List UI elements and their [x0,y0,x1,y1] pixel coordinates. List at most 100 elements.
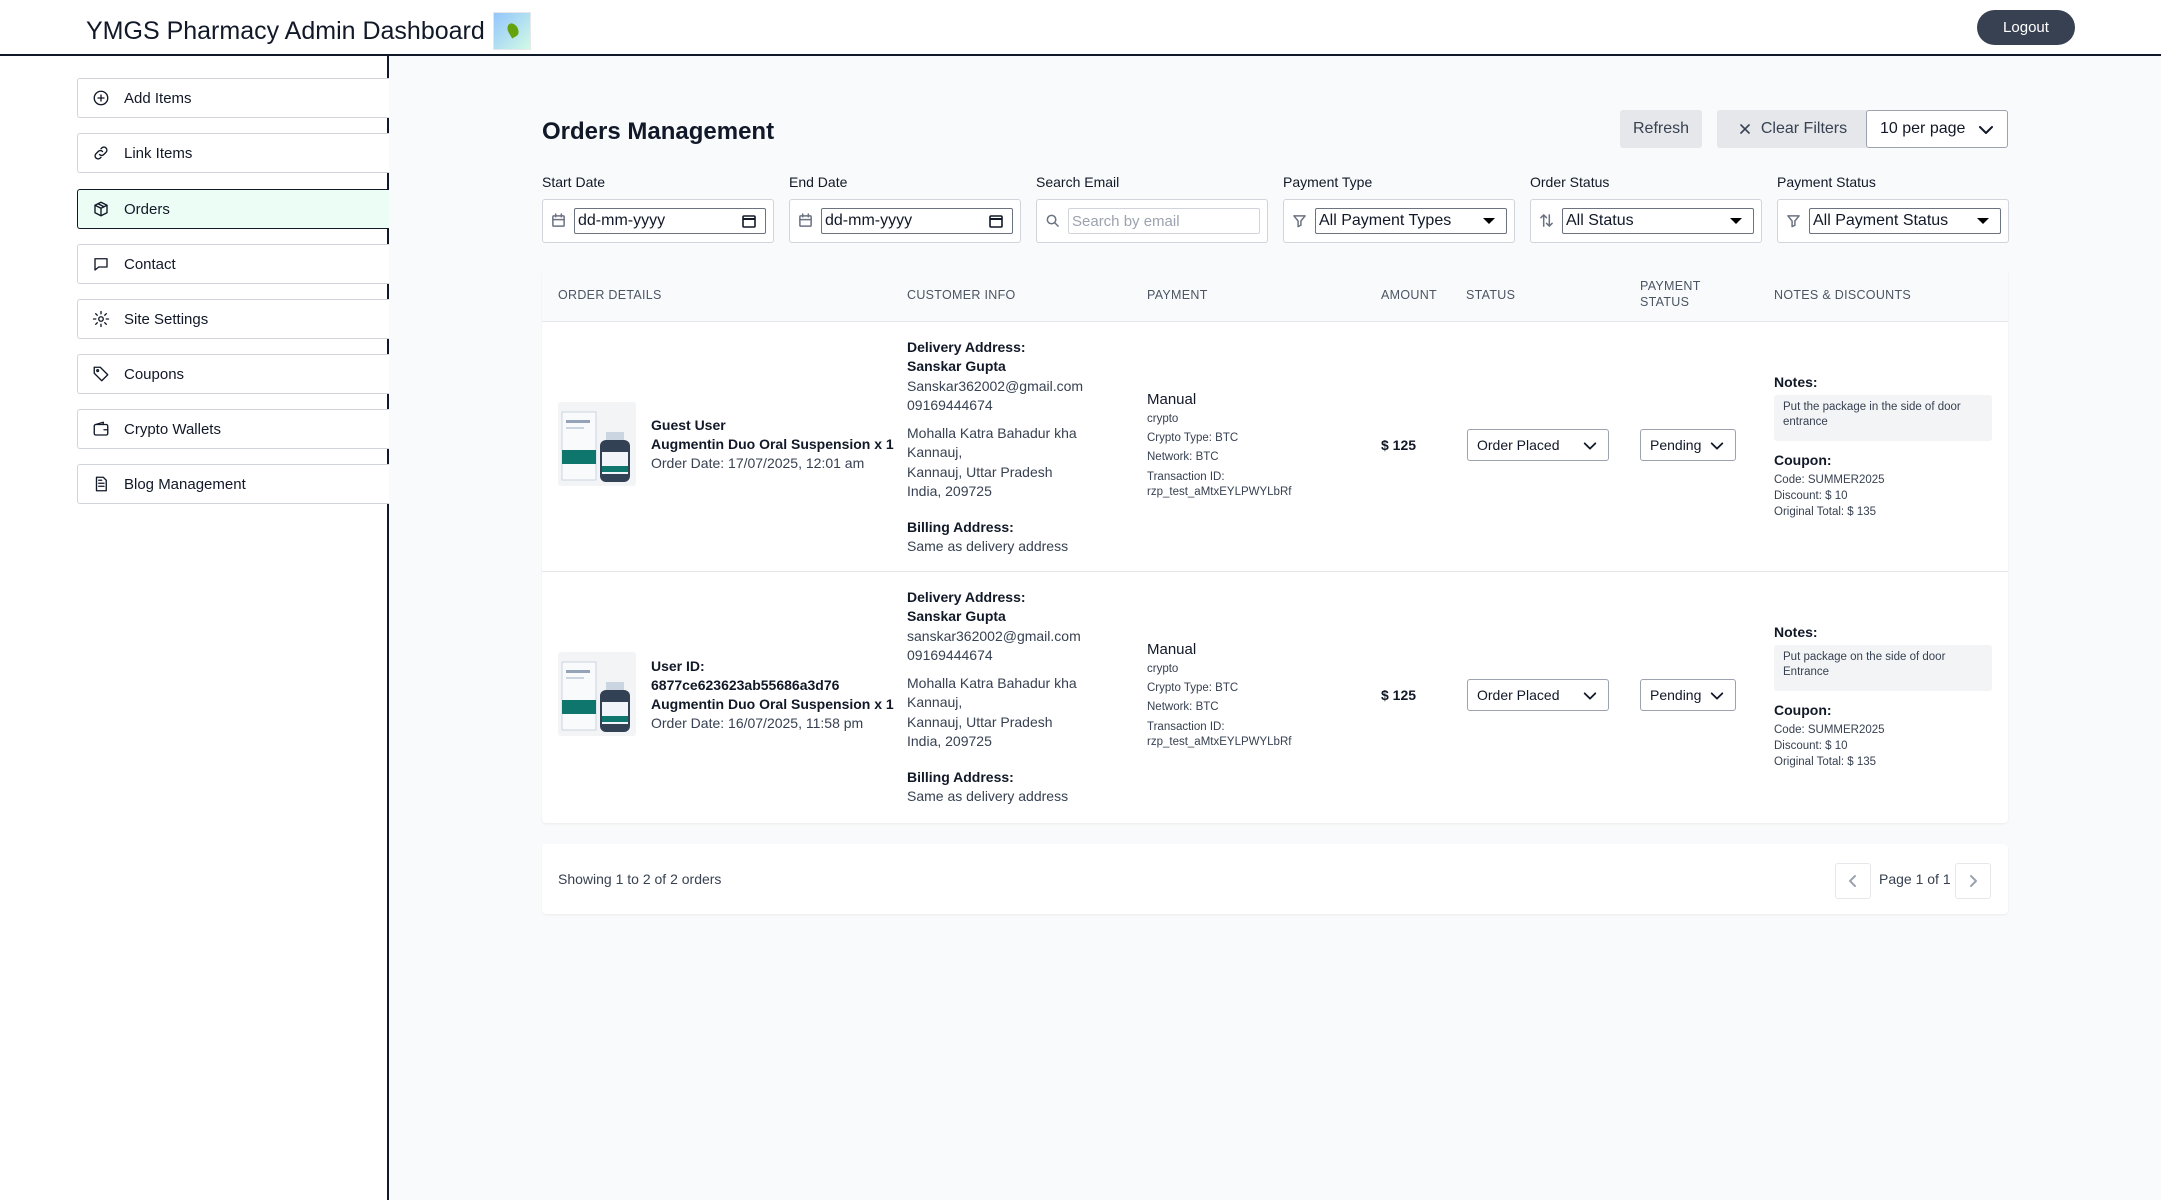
payment-kind: crypto [1147,413,1179,425]
address-line: Mohalla Katra Bahadur kha [907,425,1077,441]
brand: YMGS Pharmacy Admin Dashboard [86,12,531,50]
order-status-select[interactable]: Order Placed [1467,429,1609,461]
billing-label: Billing Address: [907,769,1014,785]
filter-icon [1786,213,1802,229]
message-icon [91,254,111,274]
payment-type-value: All Payment Types [1319,212,1452,229]
chevron-down-icon [1710,442,1724,450]
column-header: ORDER DETAILS [558,288,662,302]
order-status-value: Order Placed [1477,437,1560,453]
top-header: YMGS Pharmacy Admin Dashboard Logout [0,0,2161,56]
sort-icon [1539,213,1555,229]
sidebar-item-blog-management[interactable]: Blog Management [77,464,389,504]
date-picker-icon[interactable] [741,213,757,229]
start-date-field: dd-mm-yyyy [542,199,774,243]
sidebar: Add Items Link Items Orders Contact Site… [0,56,389,1200]
end-date-value: dd-mm-yyyy [825,212,913,229]
payment-kind: crypto [1147,663,1179,675]
billing-label: Billing Address: [907,519,1014,535]
end-date-field: dd-mm-yyyy [789,199,1021,243]
per-page-value: 10 per page [1880,120,1966,137]
order-note: Put package on the side of door Entrance [1774,645,1992,691]
table-row: User ID: 6877ce623623ab55686a3d76 Augmen… [542,572,2008,822]
sidebar-item-label: Contact [124,255,176,273]
clear-filters-label: Clear Filters [1760,120,1848,137]
chevron-down-icon [1979,126,1993,134]
payment-status-label: Payment Status [1777,174,1876,190]
end-date-label: End Date [789,174,848,190]
start-date-value: dd-mm-yyyy [578,212,666,229]
wallet-icon [91,419,111,439]
delivery-label: Delivery Address: [907,339,1026,355]
column-header: AMOUNT [1381,288,1437,302]
address-line: Kannauj, Uttar Pradesh [907,464,1053,480]
calendar-icon [798,213,814,229]
order-user-id: 6877ce623623ab55686a3d76 [651,677,840,693]
transaction-label: Transaction ID: [1147,471,1225,483]
chevron-down-icon [1730,218,1742,224]
payment-status-select[interactable]: All Payment Status [1809,208,2001,234]
sidebar-item-label: Blog Management [124,475,246,493]
address-line: Kannauj, [907,444,963,460]
logout-button[interactable]: Logout [1977,10,2075,45]
start-date-input[interactable]: dd-mm-yyyy [574,208,766,234]
sidebar-item-crypto-wallets[interactable]: Crypto Wallets [77,409,389,449]
app-title: YMGS Pharmacy Admin Dashboard [86,16,485,45]
per-page-select[interactable]: 10 per page [1866,110,2008,148]
next-page-button[interactable] [1955,863,1991,899]
calendar-icon [551,213,567,229]
gear-icon [91,309,111,329]
order-status-label: Order Status [1530,174,1610,190]
payment-status-value: Pending [1650,687,1702,703]
column-header: STATUS [1640,295,1690,309]
pharmacy-logo [492,12,531,50]
sidebar-item-link-items[interactable]: Link Items [77,133,389,173]
chevron-down-icon [1583,692,1597,700]
sidebar-item-add-items[interactable]: Add Items [77,78,389,118]
payment-method: Manual [1147,641,1197,658]
coupon-discount: Discount: $ 10 [1774,740,1848,752]
column-header: PAYMENT [1640,279,1701,293]
order-user: User ID: [651,658,705,674]
billing-address: Same as delivery address [907,788,1069,804]
clear-filters-button[interactable]: Clear Filters [1717,110,1869,148]
search-email-field: Search by email [1036,199,1268,243]
customer-name: Sanskar Gupta [907,608,1006,624]
customer-name: Sanskar Gupta [907,358,1006,374]
sidebar-item-orders[interactable]: Orders [77,189,389,229]
order-status-select[interactable]: Order Placed [1467,679,1609,711]
date-picker-icon[interactable] [988,213,1004,229]
previous-page-button[interactable] [1835,863,1871,899]
network: Network: BTC [1147,701,1219,713]
refresh-button[interactable]: Refresh [1620,110,1702,148]
sidebar-item-label: Site Settings [124,310,209,328]
search-email-input[interactable]: Search by email [1068,208,1260,234]
chevron-left-icon [1849,875,1856,887]
notes-label: Notes: [1774,624,1818,640]
order-date: Order Date: 17/07/2025, 12:01 am [651,455,865,471]
original-total: Original Total: $ 135 [1774,756,1877,768]
chevron-down-icon [1977,218,1989,224]
notes-label: Notes: [1774,374,1818,390]
orders-table: ORDER DETAILS CUSTOMER INFO PAYMENT AMOU… [542,268,2008,823]
address-line: Kannauj, Uttar Pradesh [907,714,1053,730]
payment-status-select[interactable]: Pending [1640,429,1736,461]
payment-type-label: Payment Type [1283,174,1373,190]
payment-status-select[interactable]: Pending [1640,679,1736,711]
order-status-value: All Status [1566,212,1634,229]
sidebar-item-site-settings[interactable]: Site Settings [77,299,389,339]
sidebar-item-coupons[interactable]: Coupons [77,354,389,394]
plus-circle-icon [91,88,111,108]
customer-email: Sanskar362002@gmail.com [907,378,1084,394]
order-status-select[interactable]: All Status [1562,208,1754,234]
order-status-value: Order Placed [1477,687,1560,703]
filter-icon [1292,213,1308,229]
payment-type-select[interactable]: All Payment Types [1315,208,1507,234]
coupon-discount: Discount: $ 10 [1774,490,1848,502]
end-date-input[interactable]: dd-mm-yyyy [821,208,1013,234]
billing-address: Same as delivery address [907,538,1069,554]
delivery-label: Delivery Address: [907,589,1026,605]
sidebar-item-contact[interactable]: Contact [77,244,389,284]
transaction-label: Transaction ID: [1147,721,1225,733]
chevron-down-icon [1583,442,1597,450]
